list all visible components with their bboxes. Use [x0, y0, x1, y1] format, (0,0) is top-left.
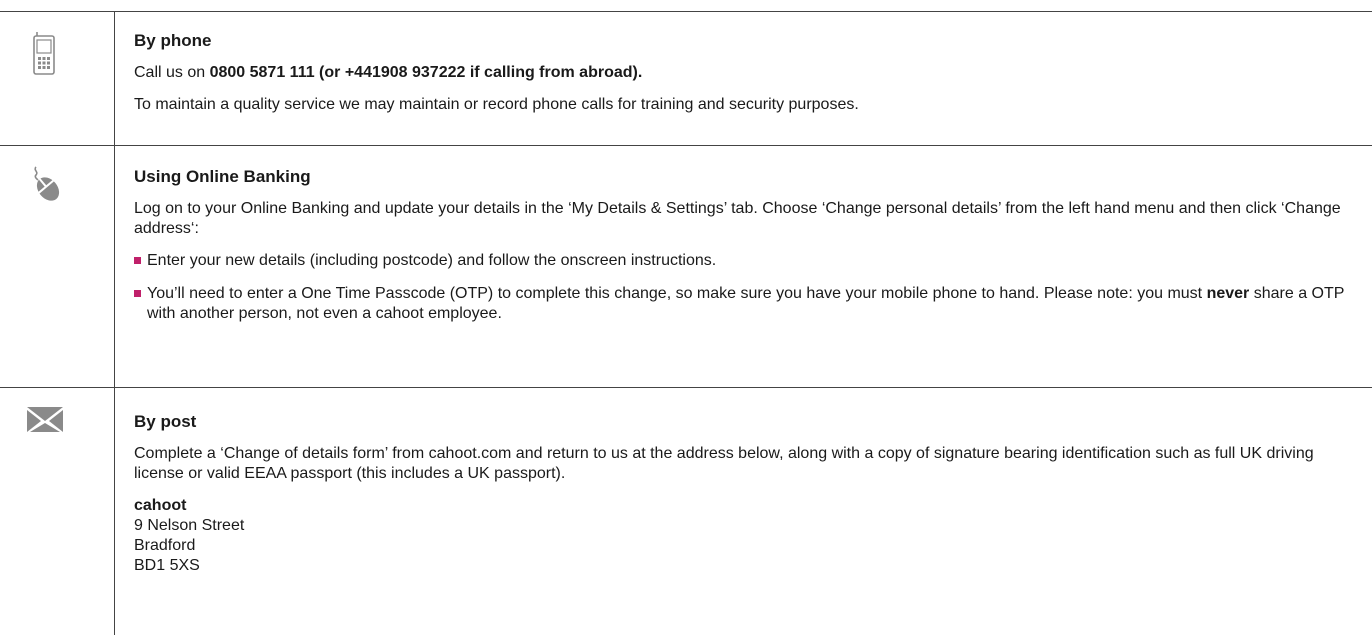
- call-recording-note: To maintain a quality service we may mai…: [134, 96, 859, 113]
- address-line: BD1 5XS: [134, 557, 200, 574]
- contact-methods-table: By phone Call us on 0800 5871 111 (or +4…: [0, 11, 1372, 635]
- envelope-icon: [27, 407, 63, 432]
- step-text-emphasis: never: [1206, 285, 1250, 302]
- online-banking-instructions: Log on to your Online Banking and update…: [134, 200, 1341, 237]
- icon-cell-online: [0, 146, 115, 387]
- phone-number-line: Call us on 0800 5871 111 (or +441908 937…: [134, 63, 1352, 83]
- content-cell-online: Using Online Banking Log on to your Onli…: [115, 146, 1372, 387]
- row-by-phone: By phone Call us on 0800 5871 111 (or +4…: [0, 12, 1372, 146]
- post-instructions: Complete a ‘Change of details form’ from…: [134, 445, 1314, 482]
- address-name: cahoot: [134, 497, 187, 514]
- row-by-post: By post Complete a ‘Change of details fo…: [0, 388, 1372, 635]
- mobile-phone-icon: [33, 32, 55, 75]
- content-cell-post: By post Complete a ‘Change of details fo…: [115, 388, 1372, 635]
- heading-by-post: By post: [134, 412, 197, 431]
- icon-cell-phone: [0, 12, 115, 145]
- step-text-part1: You’ll need to enter a One Time Passcode…: [147, 285, 1207, 302]
- content-cell-phone: By phone Call us on 0800 5871 111 (or +4…: [115, 12, 1372, 145]
- step-text: Enter your new details (including postco…: [147, 252, 717, 269]
- online-banking-steps: Enter your new details (including postco…: [134, 251, 1352, 324]
- heading-online-banking: Using Online Banking: [134, 167, 311, 186]
- address-line: 9 Nelson Street: [134, 517, 245, 534]
- phone-line-prefix: Call us on: [134, 64, 210, 81]
- bullet-square-icon: [134, 290, 141, 297]
- list-item: Enter your new details (including postco…: [134, 251, 1352, 271]
- row-online-banking: Using Online Banking Log on to your Onli…: [0, 146, 1372, 388]
- address-line: Bradford: [134, 537, 196, 554]
- postal-address: cahoot 9 Nelson Street Bradford BD1 5XS: [134, 496, 1352, 576]
- icon-cell-post: [0, 388, 115, 635]
- computer-mouse-icon: [34, 166, 60, 201]
- phone-number: 0800 5871 111 (or +441908 937222 if call…: [209, 64, 643, 81]
- bullet-square-icon: [134, 257, 141, 264]
- list-item: You’ll need to enter a One Time Passcode…: [134, 284, 1352, 324]
- heading-by-phone: By phone: [134, 31, 212, 50]
